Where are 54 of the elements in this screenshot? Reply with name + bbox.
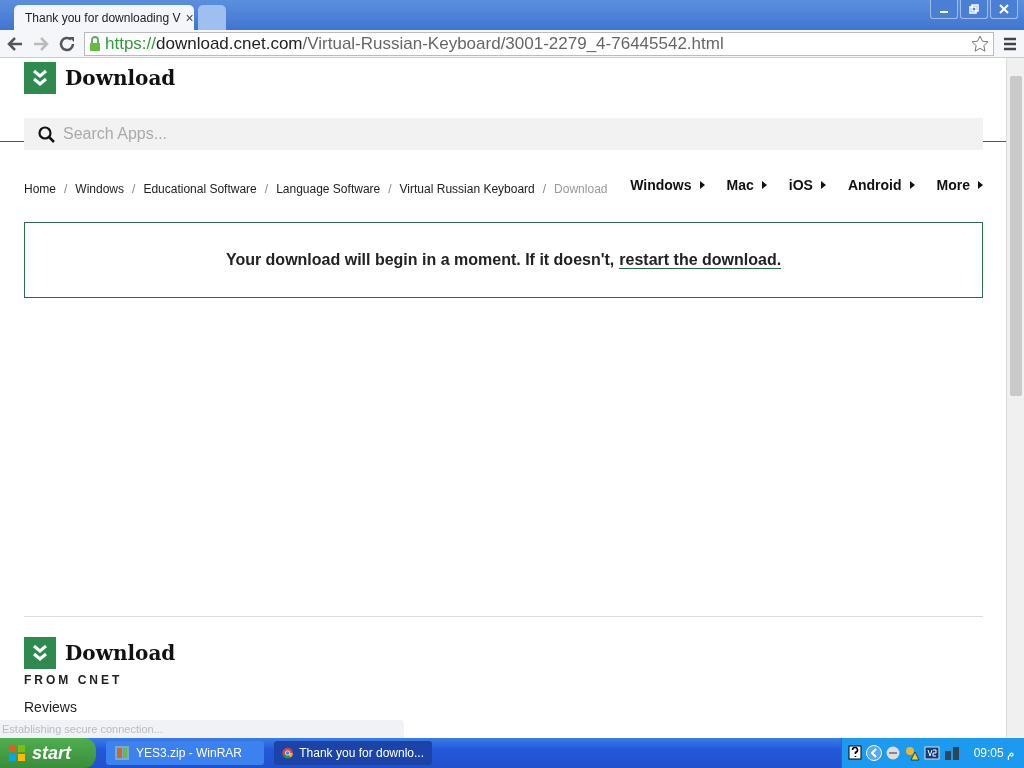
help-icon[interactable]	[847, 745, 862, 761]
restart-link[interactable]: restart the download.	[619, 251, 782, 269]
browser-tab[interactable]: Thank you for downloading V ×	[14, 5, 194, 30]
download-message: Your download will begin in a moment. If it doesn't, restart the download.	[225, 251, 782, 269]
footer-link[interactable]: Reviews	[24, 699, 77, 715]
breadcrumb-separator: /	[64, 182, 68, 196]
nav-link[interactable]: iOS	[788, 177, 826, 193]
nav-link[interactable]: Windows	[630, 177, 705, 193]
nav-link[interactable]: More	[936, 177, 983, 193]
warning-icon[interactable]	[903, 745, 920, 761]
star-icon[interactable]	[971, 34, 989, 53]
caret-icon	[761, 181, 767, 189]
breadcrumb-separator: /	[542, 182, 547, 196]
taskbar-item[interactable]: YES3.zip - WinRAR	[106, 741, 264, 765]
minimize-button[interactable]	[930, 0, 958, 19]
breadcrumb-link[interactable]: Educational Software	[143, 182, 257, 196]
logo-text: Download	[65, 66, 176, 90]
nav-link[interactable]: Mac	[726, 177, 767, 193]
clock: 09:05 م	[973, 746, 1014, 760]
breadcrumb-separator: /	[132, 182, 136, 196]
search-icon	[38, 126, 55, 143]
caret-icon	[699, 181, 705, 189]
app-tray-icon[interactable]	[923, 745, 940, 761]
address-bar[interactable]: https://download.cnet.com/Virtual-Russian-Keyboard/3001-2279_4-76445542.html	[84, 31, 994, 56]
taskbar-item[interactable]: Thank you for downlo...	[274, 741, 432, 765]
back-icon[interactable]	[6, 34, 24, 53]
archive-icon	[114, 745, 130, 761]
menu-icon[interactable]	[1002, 35, 1018, 52]
search-field[interactable]: Search Apps...	[24, 118, 983, 150]
logo-text: Download	[65, 641, 176, 665]
caret-icon	[978, 181, 983, 189]
tagline: FROM CNET	[24, 673, 124, 687]
restore-icon	[969, 4, 979, 14]
scrollbar[interactable]	[1006, 58, 1024, 738]
breadcrumb-separator: /	[388, 182, 392, 196]
close-icon	[999, 4, 1009, 14]
caret-icon	[820, 181, 826, 189]
lock-icon	[89, 35, 101, 52]
windows-logo-icon	[8, 744, 26, 762]
breadcrumb-link[interactable]: Language Software	[276, 182, 381, 196]
network-icon[interactable]	[943, 745, 960, 761]
breadcrumb-link[interactable]: Virtual Russian Keyboard	[399, 182, 535, 196]
breadcrumb-link[interactable]: Windows	[75, 182, 125, 196]
reload-icon[interactable]	[58, 34, 76, 53]
browser-icon	[282, 745, 294, 761]
logo-icon	[24, 637, 56, 669]
caret-icon	[909, 181, 915, 189]
nav-link[interactable]: Android	[847, 177, 915, 193]
restore-button[interactable]	[960, 0, 988, 19]
breadcrumb-separator: /	[264, 182, 269, 196]
close-button[interactable]	[990, 0, 1018, 19]
minimize-icon	[940, 11, 948, 13]
breadcrumb-link[interactable]: Home	[24, 182, 56, 196]
logo-icon	[24, 62, 56, 94]
